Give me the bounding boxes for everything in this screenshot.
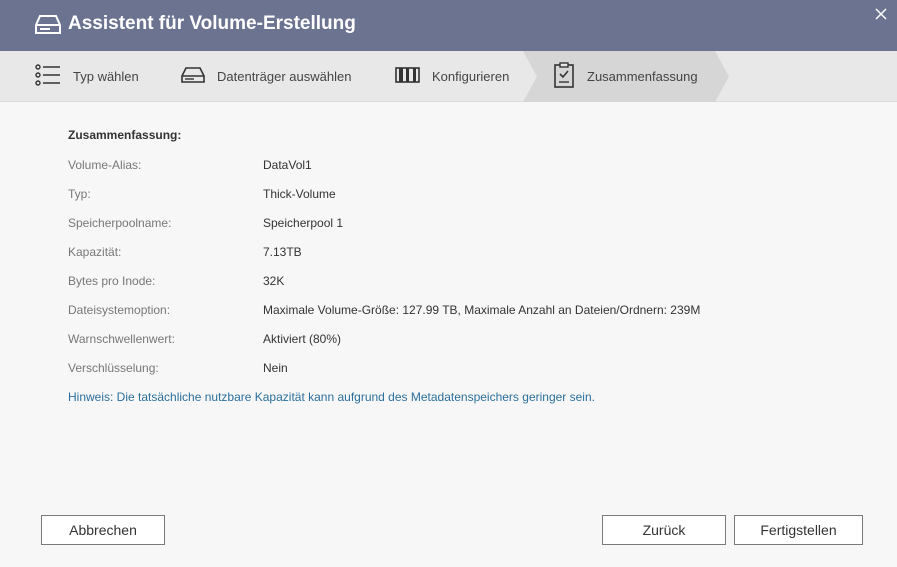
row-label: Warnschwellenwert:	[68, 332, 175, 346]
row-label: Volume-Alias:	[68, 158, 142, 172]
row-label: Bytes pro Inode:	[68, 274, 156, 288]
row-label: Verschlüsselung:	[68, 361, 159, 375]
row-label: Typ:	[68, 187, 91, 201]
step-label: Datenträger auswählen	[217, 69, 352, 84]
summary-row-pool-name: Speicherpoolname: Speicherpool 1	[68, 215, 868, 231]
summary-row-bytes-per-inode: Bytes pro Inode: 32K	[68, 273, 868, 289]
step-select-type: Typ wählen	[35, 51, 139, 102]
row-label: Dateisystemoption:	[68, 303, 171, 317]
step-label: Zusammenfassung	[587, 69, 698, 84]
summary-heading: Zusammenfassung:	[68, 128, 182, 142]
step-label: Konfigurieren	[432, 69, 510, 84]
title-bar: Assistent für Volume-Erstellung	[0, 0, 897, 51]
summary-row-encryption: Verschlüsselung: Nein	[68, 360, 868, 376]
summary-row-capacity: Kapazität: 7.13TB	[68, 244, 868, 260]
step-configure: Konfigurieren	[395, 51, 509, 102]
summary-row-filesystem-option: Dateisystemoption: Maximale Volume-Größe…	[68, 302, 868, 318]
row-value: Aktiviert (80%)	[263, 332, 342, 346]
row-value: Nein	[263, 361, 288, 375]
summary-row-volume-alias: Volume-Alias: DataVol1	[68, 157, 868, 173]
clipboard-check-icon	[553, 62, 587, 91]
drive-icon	[181, 65, 217, 88]
list-icon	[35, 64, 73, 89]
summary-row-warning-threshold: Warnschwellenwert: Aktiviert (80%)	[68, 331, 868, 347]
row-label: Speicherpoolname:	[68, 216, 172, 230]
finish-button[interactable]: Fertigstellen	[734, 515, 863, 545]
window-title: Assistent für Volume-Erstellung	[68, 13, 356, 34]
step-label: Typ wählen	[73, 69, 139, 84]
row-value: 32K	[263, 274, 285, 288]
row-value: 7.13TB	[263, 245, 302, 259]
step-summary: Zusammenfassung	[553, 51, 698, 102]
row-value: DataVol1	[263, 158, 312, 172]
summary-panel: Zusammenfassung: Volume-Alias: DataVol1 …	[68, 128, 868, 404]
drive-icon	[35, 13, 61, 35]
back-button[interactable]: Zurück	[602, 515, 726, 545]
wizard-steps: Typ wählen Datenträger auswählen Konfigu…	[0, 51, 897, 102]
cancel-button[interactable]: Abbrechen	[41, 515, 165, 545]
capacity-hint: Hinweis: Die tatsächliche nutzbare Kapaz…	[68, 390, 595, 404]
configure-icon	[395, 67, 432, 86]
row-value: Speicherpool 1	[263, 216, 344, 230]
step-select-disks: Datenträger auswählen	[181, 51, 351, 102]
row-value: Thick-Volume	[263, 187, 336, 201]
row-label: Kapazität:	[68, 245, 122, 259]
close-icon[interactable]	[873, 6, 889, 22]
row-value: Maximale Volume-Größe: 127.99 TB, Maxima…	[263, 303, 701, 317]
summary-row-type: Typ: Thick-Volume	[68, 186, 868, 202]
